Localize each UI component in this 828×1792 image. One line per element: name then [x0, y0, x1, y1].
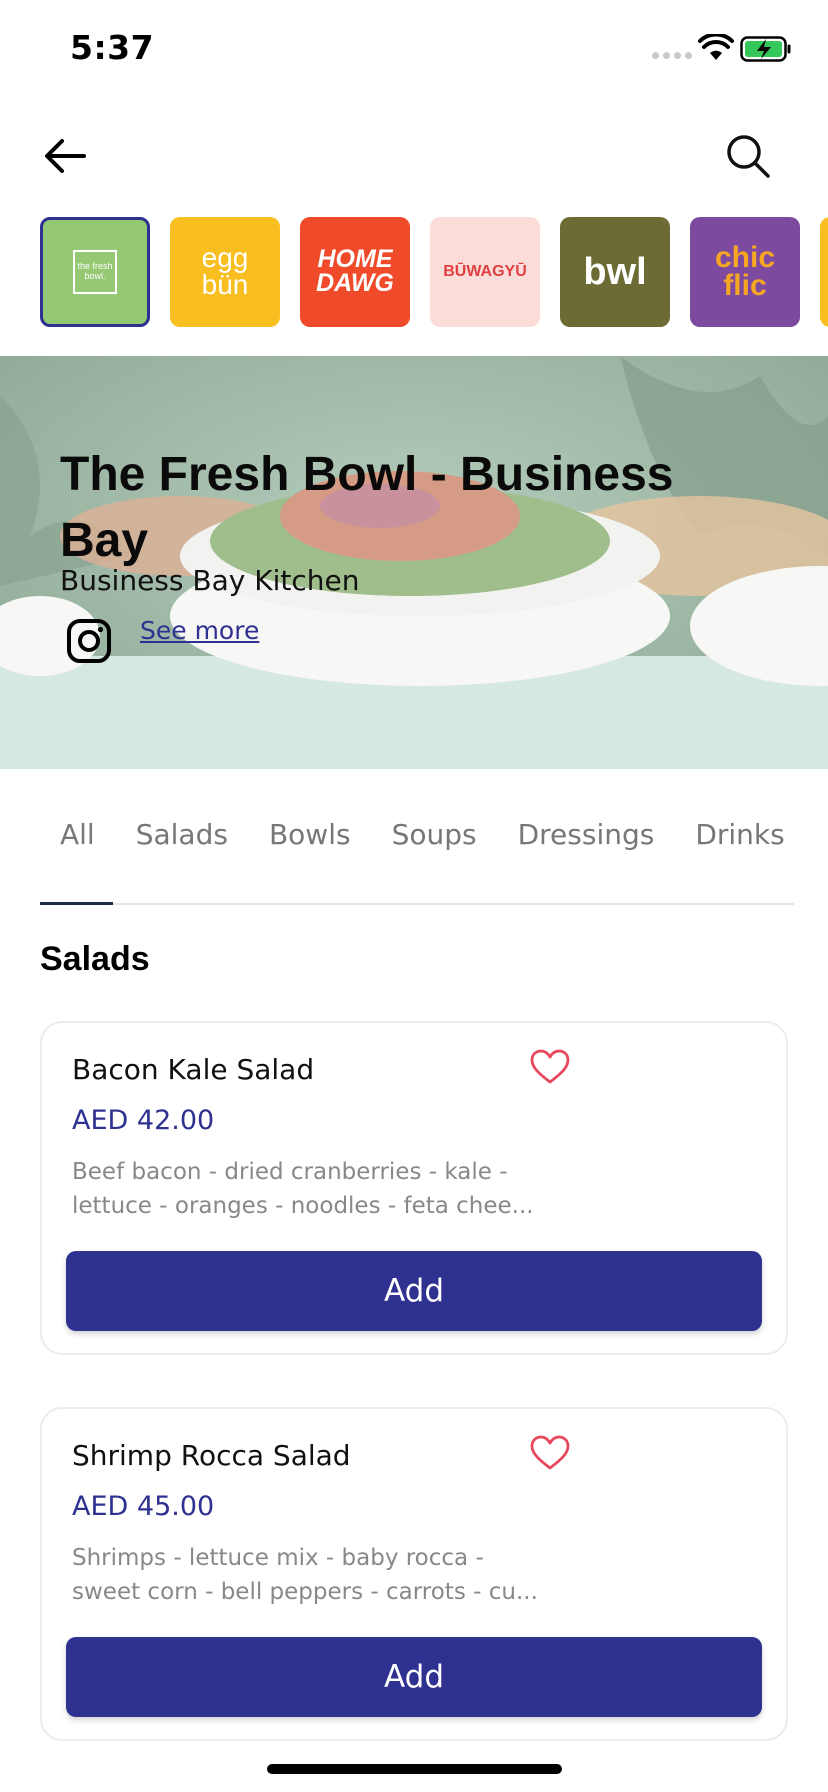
home-indicator[interactable]	[267, 1764, 562, 1774]
search-button[interactable]	[722, 130, 774, 182]
status-time: 5:37	[70, 28, 155, 67]
brand-label: BŪWAGYŪ	[443, 263, 527, 281]
brand-label: chic flic	[715, 240, 776, 302]
heart-icon[interactable]	[530, 1049, 570, 1085]
brand-tile-egg-bun[interactable]: egg bün	[170, 217, 280, 327]
cellular-signal-icon	[652, 52, 692, 59]
tab-drinks[interactable]: Drinks	[695, 790, 784, 851]
tab-all[interactable]: All	[60, 790, 95, 851]
brand-tile-home-dawg[interactable]: HOME DAWG	[300, 217, 410, 327]
brand-tile-partial[interactable]	[820, 217, 828, 327]
brand-carousel[interactable]: the fresh bowl. egg bün HOME DAWG BŪWAGY…	[40, 217, 828, 327]
tab-soups[interactable]: Soups	[392, 790, 477, 851]
product-description: Shrimps - lettuce mix - baby rocca - swe…	[72, 1541, 592, 1609]
restaurant-hero: The Fresh Bowl - Business Bay Business B…	[0, 356, 828, 769]
see-more-link[interactable]: See more	[140, 616, 259, 645]
status-bar: 5:37	[0, 0, 828, 100]
brand-tile-bwl[interactable]: bwl	[560, 217, 670, 327]
description-line: Beef bacon - dried cranberries - kale -	[72, 1159, 508, 1185]
brand-label: bwl	[583, 250, 647, 293]
tab-bowls[interactable]: Bowls	[269, 790, 351, 851]
back-button[interactable]	[40, 130, 92, 182]
tab-dressings[interactable]: Dressings	[518, 790, 655, 851]
instagram-icon[interactable]	[66, 618, 112, 664]
product-name: Bacon Kale Salad	[72, 1053, 315, 1086]
brand-tile-fresh-bowl[interactable]: the fresh bowl.	[40, 217, 150, 327]
section-title: Salads	[40, 940, 150, 978]
add-to-cart-button[interactable]: Add	[66, 1251, 762, 1331]
product-price: AED 42.00	[72, 1105, 215, 1136]
restaurant-title: The Fresh Bowl - Business Bay	[60, 448, 674, 567]
tab-salads[interactable]: Salads	[136, 790, 228, 851]
description-line: sweet corn - bell peppers - carrots - cu…	[72, 1579, 538, 1605]
product-name: Shrimp Rocca Salad	[72, 1439, 351, 1472]
brand-label: the fresh bowl.	[77, 261, 113, 281]
battery-charging-icon	[740, 36, 791, 62]
product-price: AED 45.00	[72, 1491, 215, 1522]
product-card: Bacon Kale Salad AED 42.00 Beef bacon - …	[40, 1021, 788, 1355]
brand-tile-buwagyu[interactable]: BŪWAGYŪ	[430, 217, 540, 327]
category-tabs: All Salads Bowls Soups Dressings Drinks	[40, 790, 794, 905]
brand-tile-chic-flic[interactable]: chic flic	[690, 217, 800, 327]
wifi-icon	[698, 34, 734, 60]
brand-label: HOME DAWG	[316, 245, 394, 297]
description-line: lettuce - oranges - noodles - feta chee.…	[72, 1193, 534, 1219]
brand-label: egg bün	[201, 242, 249, 300]
heart-icon[interactable]	[530, 1435, 570, 1471]
description-line: Shrimps - lettuce mix - baby rocca -	[72, 1545, 484, 1571]
add-to-cart-button[interactable]: Add	[66, 1637, 762, 1717]
restaurant-location: Business Bay Kitchen	[60, 564, 360, 597]
product-card: Shrimp Rocca Salad AED 45.00 Shrimps - l…	[40, 1407, 788, 1741]
product-description: Beef bacon - dried cranberries - kale - …	[72, 1155, 592, 1223]
active-tab-indicator	[40, 902, 113, 905]
